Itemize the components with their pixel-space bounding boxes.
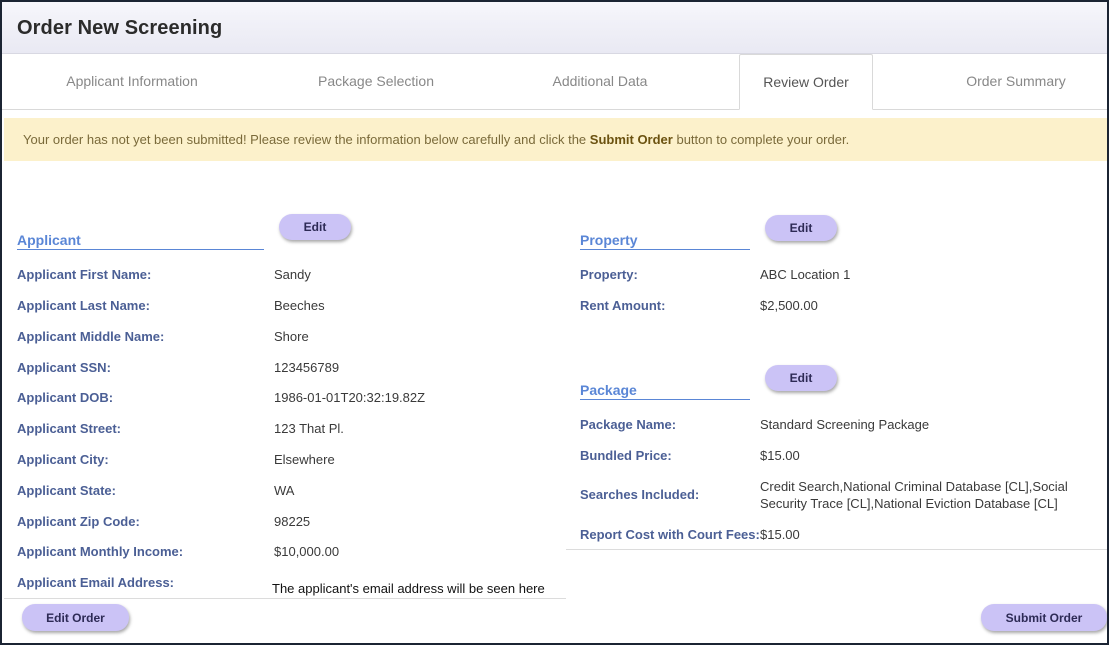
package-name-value: Standard Screening Package [760, 417, 930, 432]
tab-review-order[interactable]: Review Order [739, 54, 873, 110]
searches-included-label: Searches Included: [580, 487, 700, 502]
property-label: Property: [580, 267, 638, 282]
applicant-street-value: 123 That Pl. [274, 421, 344, 436]
package-section-title: Package [580, 382, 750, 400]
tab-additional-data[interactable]: Additional Data [500, 54, 700, 110]
notice-text-bold: Submit Order [589, 132, 673, 147]
applicant-city-label: Applicant City: [17, 452, 109, 467]
searches-included-value-line1: Credit Search,National Criminal Database… [760, 479, 1068, 494]
edit-applicant-button[interactable]: Edit [279, 214, 351, 240]
report-cost-value: $15.00 [760, 527, 800, 542]
applicant-dob-label: Applicant DOB: [17, 390, 114, 405]
applicant-section-title: Applicant [17, 232, 264, 250]
applicant-ssn-label: Applicant SSN: [17, 360, 111, 375]
tab-package-selection[interactable]: Package Selection [276, 54, 476, 110]
edit-order-button[interactable]: Edit Order [22, 604, 129, 631]
applicant-middle-name-value: Shore [274, 329, 309, 344]
applicant-middle-name-label: Applicant Middle Name: [17, 329, 165, 344]
page-title: Order New Screening [17, 17, 223, 39]
not-submitted-notice: Your order has not yet been submitted! P… [4, 118, 1107, 161]
rent-amount-value: $2,500.00 [760, 298, 818, 313]
applicant-last-name-label: Applicant Last Name: [17, 298, 150, 313]
notice-text-after: button to complete your order. [672, 132, 850, 147]
notice-text-before: Your order has not yet been submitted! P… [23, 132, 590, 147]
rent-amount-label: Rent Amount: [580, 298, 666, 313]
left-divider [4, 598, 566, 599]
applicant-email-label: Applicant Email Address: [17, 575, 174, 590]
applicant-zip-code-value: 98225 [274, 514, 311, 529]
report-cost-label: Report Cost with Court Fees: [580, 527, 760, 542]
tab-order-summary[interactable]: Order Summary [916, 54, 1107, 110]
package-name-label: Package Name: [580, 417, 677, 432]
applicant-monthly-income-label: Applicant Monthly Income: [17, 544, 184, 559]
bundled-price-value: $15.00 [760, 448, 800, 463]
property-value: ABC Location 1 [760, 267, 851, 282]
applicant-zip-code-label: Applicant Zip Code: [17, 514, 140, 529]
submit-order-button[interactable]: Submit Order [981, 604, 1107, 631]
applicant-state-label: Applicant State: [17, 483, 116, 498]
right-divider [566, 549, 1107, 550]
applicant-last-name-value: Beeches [274, 298, 325, 313]
window-frame: Order New Screening Applicant Informatio… [0, 0, 1109, 645]
edit-package-button[interactable]: Edit [765, 365, 837, 391]
applicant-email-value: The applicant's email address will be se… [272, 581, 545, 596]
applicant-city-value: Elsewhere [274, 452, 335, 467]
applicant-monthly-income-value: $10,000.00 [274, 544, 340, 559]
applicant-dob-value: 1986-01-01T20:32:19.82Z [274, 390, 426, 405]
edit-property-button[interactable]: Edit [765, 215, 837, 241]
searches-included-value-line2: Security Trace [CL],National Eviction Da… [760, 496, 1058, 511]
property-section-title: Property [580, 232, 750, 250]
applicant-first-name-value: Sandy [274, 267, 311, 282]
tab-applicant-information[interactable]: Applicant Information [32, 54, 232, 110]
applicant-first-name-label: Applicant First Name: [17, 267, 152, 282]
applicant-street-label: Applicant Street: [17, 421, 122, 436]
tab-bar: Applicant Information Package Selection … [2, 54, 1107, 110]
bundled-price-label: Bundled Price: [580, 448, 672, 463]
applicant-state-value: WA [274, 483, 295, 498]
applicant-ssn-value: 123456789 [274, 360, 340, 375]
title-bar: Order New Screening [2, 2, 1107, 54]
